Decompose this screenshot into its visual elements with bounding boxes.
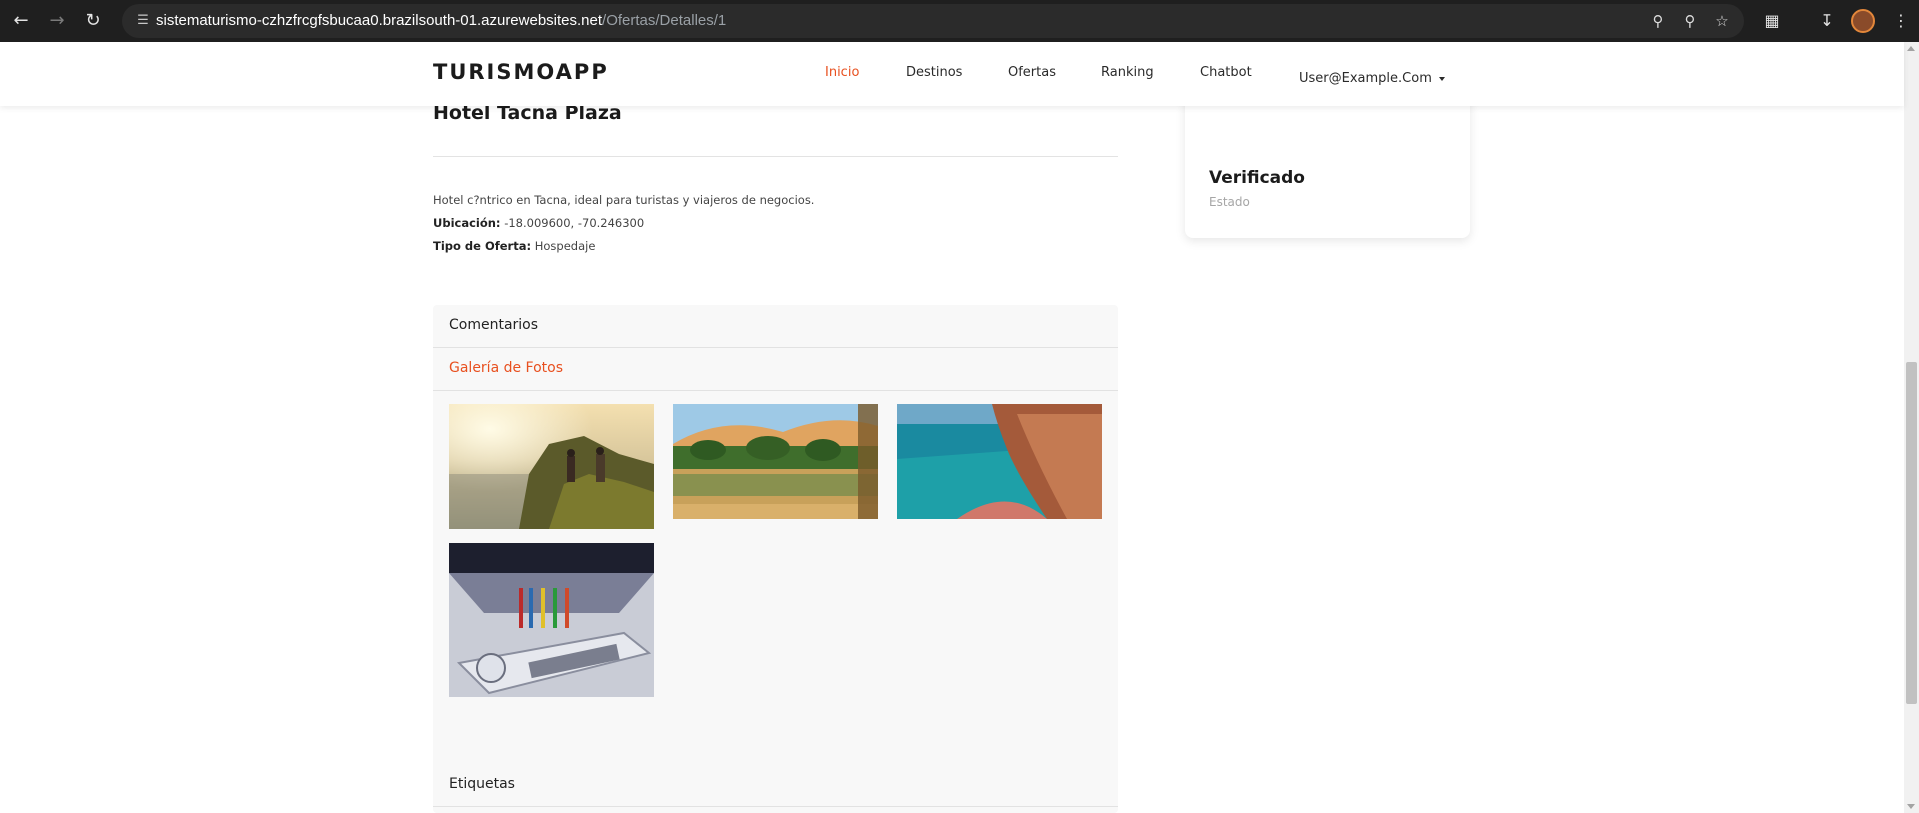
site-header: TURISMOAPP Inicio Destinos Ofertas Ranki… xyxy=(0,42,1904,106)
status-value: Verificado xyxy=(1209,168,1305,188)
photo-hikers-cliff[interactable] xyxy=(449,404,654,529)
section-comments-label: Comentarios xyxy=(449,317,539,333)
nav-destinos[interactable]: Destinos xyxy=(906,65,962,80)
scroll-down-icon[interactable] xyxy=(1907,804,1915,809)
photo-coastal-cliffs[interactable] xyxy=(897,404,1102,519)
zoom-icon[interactable]: ⚲ xyxy=(1679,10,1701,32)
chevron-down-icon xyxy=(1438,76,1445,81)
location-label: Ubicación: xyxy=(433,216,501,230)
status-card: Verificado Estado xyxy=(1185,86,1470,238)
reload-icon[interactable]: ↻ xyxy=(78,6,108,36)
section-gallery-label: Galería de Fotos xyxy=(449,360,564,376)
user-menu[interactable]: User@Example.Com xyxy=(1299,71,1445,86)
status-label: Estado xyxy=(1209,195,1250,209)
offer-location: Ubicación: -18.009600, -70.246300 xyxy=(433,216,644,230)
section-tags-label: Etiquetas xyxy=(449,776,515,792)
nav-ranking[interactable]: Ranking xyxy=(1101,65,1154,80)
location-icon[interactable]: ⚲ xyxy=(1647,10,1669,32)
divider xyxy=(433,156,1118,157)
page-viewport: TURISMOAPP Inicio Destinos Ofertas Ranki… xyxy=(0,42,1919,813)
nav-chatbot[interactable]: Chatbot xyxy=(1200,65,1252,80)
address-bar[interactable]: ☰ sistematurismo-czhzfrcgfsbucaa0.brazil… xyxy=(122,4,1744,38)
details-panel: Comentarios Galería de Fotos Etiquetas xyxy=(433,305,1118,813)
back-icon[interactable]: ← xyxy=(6,6,36,36)
section-tags[interactable]: Etiquetas xyxy=(433,762,1118,807)
brand-logo[interactable]: TURISMOAPP xyxy=(433,60,609,84)
photo-hotel-plaza-sign[interactable] xyxy=(449,543,654,697)
download-icon[interactable]: ↧ xyxy=(1812,6,1842,36)
site-info-icon[interactable]: ☰ xyxy=(134,12,152,30)
forward-icon[interactable]: → xyxy=(42,6,72,36)
user-email: User@Example.Com xyxy=(1299,71,1432,86)
section-comments[interactable]: Comentarios xyxy=(433,305,1118,348)
nav-ofertas[interactable]: Ofertas xyxy=(1008,65,1056,80)
extensions-icon[interactable]: ▦ xyxy=(1757,6,1787,36)
scrollbar-thumb[interactable] xyxy=(1906,362,1917,704)
type-value: Hospedaje xyxy=(534,239,596,253)
scroll-up-icon[interactable] xyxy=(1907,46,1915,51)
type-label: Tipo de Oferta: xyxy=(433,239,532,253)
section-gallery[interactable]: Galería de Fotos xyxy=(433,348,1118,391)
url-host: sistematurismo-czhzfrcgfsbucaa0.brazilso… xyxy=(156,12,603,29)
offer-description: Hotel c?ntrico en Tacna, ideal para turi… xyxy=(433,193,815,207)
bookmark-star-icon[interactable]: ☆ xyxy=(1711,10,1733,32)
offer-type: Tipo de Oferta: Hospedaje xyxy=(433,239,595,253)
profile-icon[interactable] xyxy=(1851,9,1875,33)
location-value: -18.009600, -70.246300 xyxy=(504,216,645,230)
kebab-menu-icon[interactable]: ⋮ xyxy=(1886,6,1916,36)
browser-toolbar: ← → ↻ ☰ sistematurismo-czhzfrcgfsbucaa0.… xyxy=(0,0,1919,42)
url-path: /Ofertas/Detalles/1 xyxy=(602,12,727,29)
photo-desert-oasis[interactable] xyxy=(673,404,878,519)
page-scrollbar[interactable] xyxy=(1904,42,1919,813)
nav-inicio[interactable]: Inicio xyxy=(825,65,859,80)
url-text[interactable]: sistematurismo-czhzfrcgfsbucaa0.brazilso… xyxy=(156,12,726,29)
